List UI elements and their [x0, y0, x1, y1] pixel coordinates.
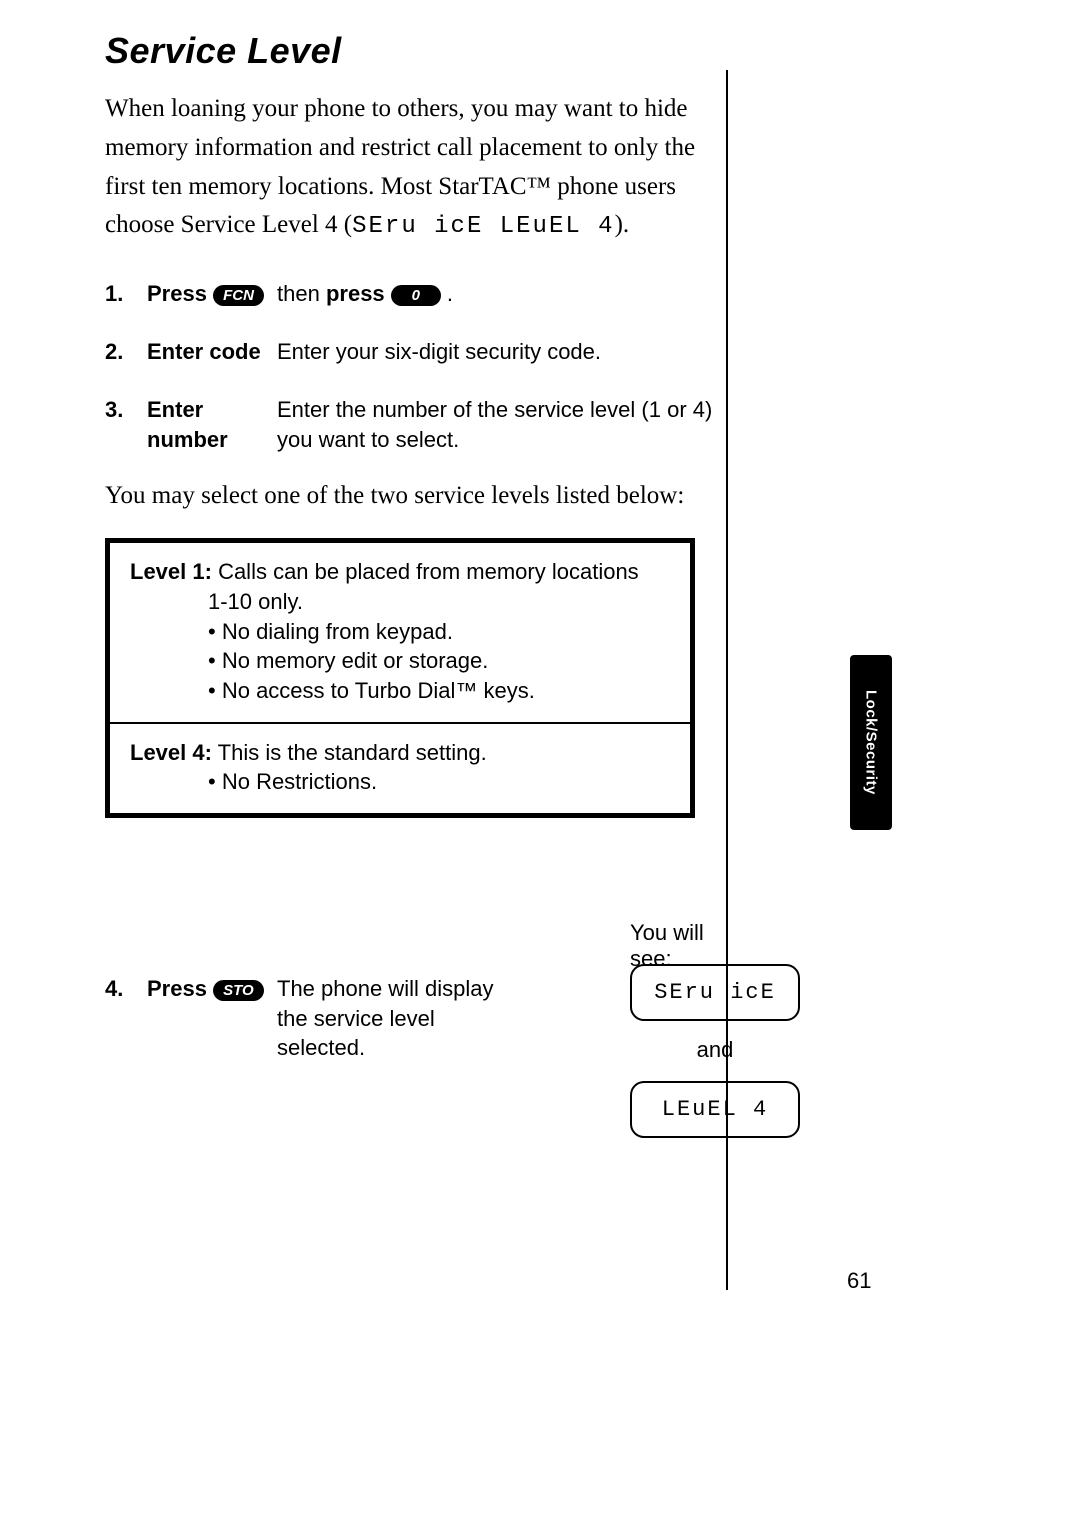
step-desc: Enter the number of the service level (1… [277, 395, 725, 454]
levels-table: Level 1: Calls can be placed from memory… [105, 538, 695, 818]
lcd-display-1: SEru icE [630, 964, 800, 1021]
level-desc: Calls can be placed from memory location… [218, 559, 639, 584]
step-3: 3. Enter number Enter the number of the … [105, 395, 725, 454]
step-action-word: Press [147, 976, 207, 1001]
then-text: then [277, 281, 320, 306]
section-title: Service Level [105, 30, 725, 72]
step-number: 3. [105, 395, 147, 454]
step-action: Enter number [147, 395, 277, 454]
and-text: and [630, 1037, 800, 1063]
step-action: Press STO [147, 974, 277, 1063]
page-content: Service Level When loaning your phone to… [105, 30, 725, 818]
section-tab: Lock/Security [850, 655, 892, 830]
step-number: 4. [105, 974, 147, 1063]
lcd-display-2: LEuEL 4 [630, 1081, 800, 1138]
level-name: Level 1: [130, 559, 212, 584]
between-text: You may select one of the two service le… [105, 482, 725, 510]
step-number: 1. [105, 279, 147, 309]
zero-key-icon: 0 [391, 285, 441, 306]
step-2: 2. Enter code Enter your six-digit secur… [105, 337, 725, 367]
step-1: 1. Press FCN then press 0 . [105, 279, 725, 309]
step-desc: The phone will display the service level… [277, 974, 507, 1063]
level-desc: This is the standard setting. [218, 740, 487, 765]
steps-list: 1. Press FCN then press 0 . 2. Enter cod… [105, 279, 725, 454]
level-1-row: Level 1: Calls can be placed from memory… [110, 543, 690, 721]
period: . [447, 281, 453, 306]
level-name: Level 4: [130, 740, 212, 765]
page-number: 61 [847, 1268, 871, 1294]
bullet-item: No dialing from keypad. [208, 617, 670, 647]
step-number: 2. [105, 337, 147, 367]
step-action: Enter code [147, 337, 277, 367]
seg-display-inline: SEru icE LEuEL 4 [352, 213, 614, 240]
level-4-row: Level 4: This is the standard setting. N… [110, 722, 690, 813]
press-word: press [326, 281, 385, 306]
step-action-word: Press [147, 281, 207, 306]
sto-key-icon: STO [213, 980, 264, 1001]
step-action: Press FCN [147, 279, 277, 309]
bullet-item: No Restrictions. [208, 767, 670, 797]
step-desc: then press 0 . [277, 279, 725, 309]
bullet-item: No access to Turbo Dial™ keys. [208, 676, 670, 706]
bullet-item: No memory edit or storage. [208, 646, 670, 676]
fcn-key-icon: FCN [213, 285, 264, 306]
intro-paragraph: When loaning your phone to others, you m… [105, 90, 725, 245]
level-bullets: No dialing from keypad. No memory edit o… [130, 617, 670, 706]
intro-suffix: ). [615, 211, 630, 238]
step-desc: Enter your six-digit security code. [277, 337, 725, 367]
level-bullets: No Restrictions. [130, 767, 670, 797]
step-4: 4. Press STO The phone will display the … [105, 974, 507, 1063]
display-column: SEru icE and LEuEL 4 [630, 964, 800, 1154]
level-sub: 1-10 only. [130, 587, 670, 617]
